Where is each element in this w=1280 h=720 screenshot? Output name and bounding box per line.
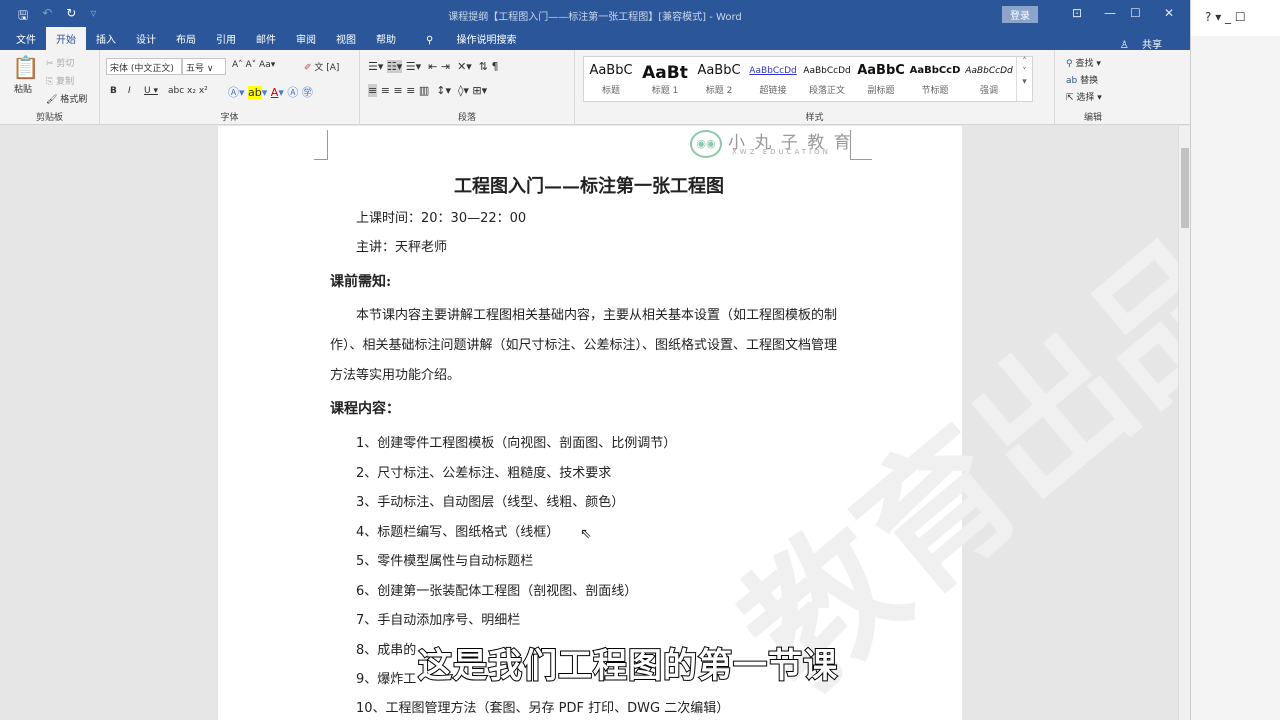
styles-gallery: AaBbC 标题 AaBt 标题 1 AaBbC 标题 2 AaBbCcDd 超链接 A… xyxy=(583,56,1033,102)
list-item: 1、创建零件工程图模板（向视图、剖面图、比例调节） xyxy=(356,436,677,451)
cut-button[interactable]: ✂ 剪切 xyxy=(46,56,74,69)
styles-group-label: 样式 xyxy=(805,113,824,123)
style-body-text[interactable]: AaBbCcDd 段落正文 xyxy=(800,57,854,101)
scrollbar-thumb[interactable] xyxy=(1181,148,1189,228)
paste-icon[interactable]: 📋 xyxy=(12,56,39,81)
notice-line: 本节课内容主要讲解工程图相关基础内容，主要从相关基本设置（如工程图模板的制 xyxy=(356,308,838,323)
clipboard-group-label: 剪贴板 xyxy=(35,113,63,123)
logo-icon: ◉◉ xyxy=(690,130,722,158)
tab-design[interactable]: 设计 xyxy=(126,27,166,50)
styles-scroll[interactable]: ˄ ˅ ▾ xyxy=(1016,57,1032,101)
list-item: 6、创建第一张装配体工程图（剖视图、剖面线） xyxy=(356,584,638,599)
notice-line: 方法等实用功能介绍。 xyxy=(330,368,461,383)
tab-mailings[interactable]: 邮件 xyxy=(246,27,286,50)
clipboard-group: 📋 粘贴 ✂ 剪切 ⎘ 复制 🖌 格式刷 剪贴板 xyxy=(0,50,100,125)
editing-group-label: 编辑 xyxy=(1083,113,1102,123)
copy-button[interactable]: ⎘ 复制 xyxy=(46,74,74,87)
logo-subtext: XWZ EDUCATION xyxy=(732,148,831,156)
title-bar: 🖫 ↶ ↻ ▿ 课程提纲【工程图入门——标注第一张工程图】[兼容模式] - Wo… xyxy=(0,0,1190,28)
tab-layout[interactable]: 布局 xyxy=(166,27,206,50)
select-button[interactable]: ⇱ 选择 ▾ xyxy=(1066,90,1102,103)
font-size-select[interactable]: 五号 ∨ xyxy=(182,58,226,75)
video-subtitle: 这是我们工程图的第一节课 xyxy=(417,645,838,687)
list-item: 5、零件模型属性与自动标题栏 xyxy=(356,554,534,569)
format-painter-button[interactable]: 🖌 格式刷 xyxy=(46,92,87,105)
teacher: 主讲：天秤老师 xyxy=(356,240,448,255)
list-item: 7、手自动添加序号、明细栏 xyxy=(356,613,521,628)
login-button[interactable]: 登录 xyxy=(1002,6,1038,23)
align-left-button[interactable]: ≡ ≡ ≡ ≡ ▥ ↕▾ ◊▾ ⊞▾ xyxy=(368,84,487,97)
paragraph-group: ☰▾ ☷▾ ☰▾ ⇤ ⇥ ✕▾ ⇅ ¶ ≡ ≡ ≡ ≡ ▥ ↕▾ ◊▾ ⊞▾ 段… xyxy=(360,50,575,125)
lightbulb-icon: ⚲ xyxy=(426,35,437,46)
tab-home[interactable]: 开始 xyxy=(46,27,86,50)
ribbon-display-icon[interactable]: ⊡ xyxy=(1072,6,1082,20)
text-effects-button[interactable]: Ⓐ▾ ab▾ A▾ Ⓐ ㊫ xyxy=(228,84,313,100)
font-group: 宋体 (中文正文) 五号 ∨ A˄ A˅ Aa▾ ✐ 文 [A] B I U ▾… xyxy=(100,50,360,125)
paste-button[interactable]: 粘贴 xyxy=(14,82,32,95)
list-item: 3、手动标注、自动图层（线型、线粗、颜色） xyxy=(356,495,625,510)
content-heading: 课程内容： xyxy=(330,401,400,417)
tab-insert[interactable]: 插入 xyxy=(86,27,126,50)
font-group-label: 字体 xyxy=(220,113,239,123)
close-button[interactable]: ✕ xyxy=(1164,6,1174,20)
style-heading-2[interactable]: AaBbC 标题 2 xyxy=(692,57,746,101)
replace-button[interactable]: ab 替换 xyxy=(1066,73,1098,86)
notice-line: 作）、相关基础标注问题讲解（如尺寸标注、公差标注）、图纸格式设置、工程图文档管理 xyxy=(330,338,838,353)
list-item: 10、工程图管理方法（套图、另存 PDF 打印、DWG 二次编辑） xyxy=(356,701,730,716)
margin-mark xyxy=(314,130,328,160)
tab-review[interactable]: 审阅 xyxy=(286,27,326,50)
editing-group: ⚲ 查找 ▾ ab 替换 ⇱ 选择 ▾ 编辑 xyxy=(1058,50,1128,125)
vertical-scrollbar[interactable] xyxy=(1178,126,1190,720)
style-subtitle[interactable]: AaBbC 副标题 xyxy=(854,57,908,101)
minimize-button[interactable]: — xyxy=(1104,6,1116,20)
bold-button[interactable]: B xyxy=(110,86,117,96)
font-name-select[interactable]: 宋体 (中文正文) xyxy=(106,58,182,75)
document-page[interactable]: 教育出品 ◉◉ 小 丸 子 教 育 XWZ EDUCATION 工程图入门——标… xyxy=(218,126,1178,720)
find-button[interactable]: ⚲ 查找 ▾ xyxy=(1066,56,1101,69)
tab-file[interactable]: 文件 xyxy=(6,27,46,50)
tell-me-search[interactable]: ⚲ 操作说明搜索 xyxy=(406,27,537,50)
tab-help[interactable]: 帮助 xyxy=(366,27,406,50)
notice-heading: 课前需知: xyxy=(330,274,392,290)
maximize-button[interactable]: ☐ xyxy=(1130,6,1141,20)
style-hyperlink[interactable]: AaBbCcDd 超链接 xyxy=(746,57,800,101)
ribbon-tabs: 文件 开始 插入 设计 布局 引用 邮件 审阅 视图 帮助 ⚲ 操作说明搜索 ♙… xyxy=(0,27,1190,51)
margin-mark xyxy=(850,130,872,160)
help-button[interactable]: ? ▾ _ ☐ xyxy=(1191,0,1280,36)
style-section-title[interactable]: AaBbCcD 节标题 xyxy=(908,57,962,101)
mouse-cursor-icon: ⇖ xyxy=(580,526,592,542)
background-window: ? ▾ _ ☐ xyxy=(1190,0,1280,720)
list-item: 2、尺寸标注、公差标注、粗糙度、技术要求 xyxy=(356,466,612,481)
list-item: 4、标题栏编写、图纸格式（线框） xyxy=(356,525,560,540)
style-heading-1[interactable]: AaBt 标题 1 xyxy=(638,57,692,101)
grow-font-button[interactable]: A˄ A˅ Aa▾ xyxy=(232,60,275,70)
strikethrough-button[interactable]: abc x₂ x² xyxy=(168,86,208,96)
style-emphasis[interactable]: AaBbCcDd 强调 xyxy=(962,57,1016,101)
tab-view[interactable]: 视图 xyxy=(326,27,366,50)
underline-button[interactable]: U ▾ xyxy=(144,86,158,96)
word-window: 🖫 ↶ ↻ ▿ 课程提纲【工程图入门——标注第一张工程图】[兼容模式] - Wo… xyxy=(0,0,1190,720)
ribbon: 📋 粘贴 ✂ 剪切 ⎘ 复制 🖌 格式刷 剪贴板 宋体 (中文正文) 五号 ∨ … xyxy=(0,50,1190,125)
bullets-button[interactable]: ☰▾ ☷▾ ☰▾ ⇤ ⇥ ✕▾ ⇅ ¶ xyxy=(368,60,499,73)
clear-format-button[interactable]: ✐ 文 [A] xyxy=(304,60,339,73)
class-time: 上课时间：20：30—22：00 xyxy=(356,211,527,226)
tab-references[interactable]: 引用 xyxy=(206,27,246,50)
document-area: 教育出品 ◉◉ 小 丸 子 教 育 XWZ EDUCATION 工程图入门——标… xyxy=(0,126,1178,720)
list-item: 9、爆炸工 xyxy=(356,672,417,687)
paragraph-group-label: 段落 xyxy=(457,113,476,123)
document-title: 工程图入门——标注第一张工程图 xyxy=(454,176,724,197)
list-item: 8、成串的 xyxy=(356,643,417,658)
italic-button[interactable]: I xyxy=(128,86,131,96)
style-title[interactable]: AaBbC 标题 xyxy=(584,57,638,101)
